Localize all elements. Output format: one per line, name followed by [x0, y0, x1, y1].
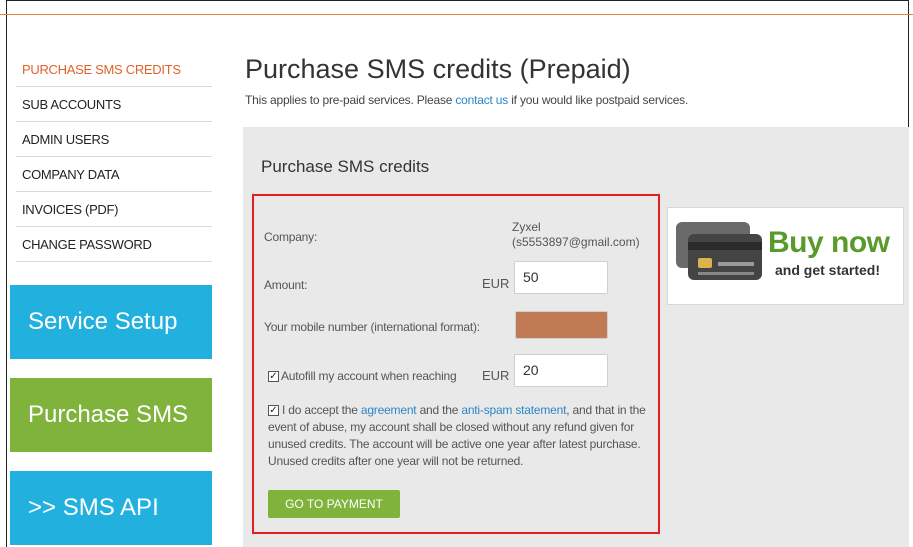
terms-text-middle: and the	[416, 403, 462, 417]
sidebar-nav: PURCHASE SMS CREDITS SUB ACCOUNTS ADMIN …	[16, 52, 212, 262]
purchase-sms-tile[interactable]: Purchase SMS	[10, 378, 212, 452]
buy-now-subline: and get started!	[775, 262, 881, 278]
autofill-checkbox[interactable]: ✓	[268, 371, 279, 382]
anti-spam-statement-link[interactable]: anti-spam statement	[461, 403, 566, 417]
sms-api-tile[interactable]: >> SMS API	[10, 471, 212, 545]
terms-text: I do accept the agreement and the anti-s…	[268, 402, 661, 470]
panel-title: Purchase SMS credits	[261, 157, 430, 176]
credit-card-icon	[676, 222, 762, 280]
sidebar-item-admin-users[interactable]: ADMIN USERS	[16, 122, 212, 157]
contact-us-link[interactable]: contact us	[455, 93, 508, 107]
intro-text-start: This applies to pre-paid services. Pleas…	[245, 93, 456, 107]
company-value: Zyxel (s5553897@gmail.com)	[512, 220, 640, 250]
page-title: Purchase SMS credits (Prepaid)	[245, 54, 631, 84]
mobile-label: Your mobile number (international format…	[264, 320, 480, 334]
go-to-payment-button[interactable]: GO TO PAYMENT	[268, 490, 400, 518]
service-setup-tile[interactable]: Service Setup	[10, 285, 212, 359]
sidebar-item-purchase-sms-credits[interactable]: PURCHASE SMS CREDITS	[16, 52, 212, 87]
amount-label: Amount:	[264, 278, 308, 292]
mobile-number-input[interactable]	[515, 311, 608, 339]
sidebar-item-invoices[interactable]: INVOICES (PDF)	[16, 192, 212, 227]
buy-now-headline: Buy now	[768, 226, 890, 259]
top-accent-line	[0, 14, 913, 15]
terms-text-start: I do accept the	[282, 403, 361, 417]
autofill-label: Autofill my account when reaching	[281, 369, 457, 383]
intro-text-end: if you would like postpaid services.	[508, 93, 689, 107]
agreement-link[interactable]: agreement	[361, 403, 417, 417]
sidebar-item-sub-accounts[interactable]: SUB ACCOUNTS	[16, 87, 212, 122]
company-name: Zyxel	[512, 220, 541, 234]
autofill-currency: EUR	[482, 368, 510, 383]
autofill-amount-input[interactable]: 20	[514, 354, 608, 387]
company-label: Company:	[264, 230, 318, 244]
sidebar-item-company-data[interactable]: COMPANY DATA	[16, 157, 212, 192]
sidebar-item-change-password[interactable]: CHANGE PASSWORD	[16, 227, 212, 262]
company-email: (s5553897@gmail.com)	[512, 235, 640, 249]
intro-text: This applies to pre-paid services. Pleas…	[245, 93, 688, 107]
amount-input[interactable]: 50	[514, 261, 608, 294]
amount-currency: EUR	[482, 276, 510, 291]
